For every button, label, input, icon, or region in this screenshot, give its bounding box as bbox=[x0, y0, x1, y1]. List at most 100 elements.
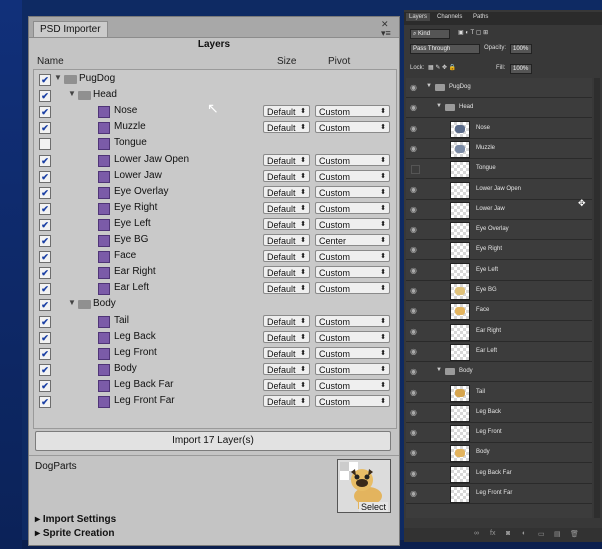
size-dropdown[interactable]: Default ⬍ bbox=[263, 362, 310, 375]
size-dropdown[interactable]: Default ⬍ bbox=[263, 234, 310, 246]
pivot-dropdown[interactable]: Custom ⬍ bbox=[315, 330, 390, 343]
visibility-off-box[interactable] bbox=[411, 165, 420, 175]
size-dropdown[interactable]: Default ⬍ bbox=[263, 185, 310, 198]
size-dropdown[interactable]: Default ⬍ bbox=[263, 378, 310, 391]
size-dropdown[interactable]: Default ⬍ bbox=[263, 153, 310, 166]
pivot-dropdown[interactable]: Custom ⬍ bbox=[315, 314, 390, 327]
tab-channels[interactable]: Channels bbox=[434, 13, 465, 21]
ps-group-row[interactable]: ◉ ▼ PugDog bbox=[406, 78, 592, 98]
visibility-eye-icon[interactable]: ◉ bbox=[410, 306, 417, 315]
pivot-dropdown[interactable]: Custom ⬍ bbox=[315, 346, 390, 359]
fill-field[interactable]: 100% bbox=[510, 64, 532, 74]
expand-arrow-icon[interactable]: ▼ bbox=[54, 73, 62, 82]
pivot-dropdown[interactable]: Custom ⬍ bbox=[315, 217, 390, 230]
visibility-eye-icon[interactable]: ◉ bbox=[410, 347, 417, 356]
ps-layer-row[interactable]: ◉ Eye Left bbox=[406, 261, 592, 281]
visibility-eye-icon[interactable]: ◉ bbox=[410, 367, 417, 376]
filter-icons[interactable]: ▣ ◐ T ▢ ⊞ bbox=[458, 29, 488, 36]
ps-layer-row[interactable]: ◉ Leg Back Far bbox=[406, 464, 592, 484]
ps-layer-row[interactable]: ◉ Ear Left bbox=[406, 342, 592, 362]
ps-layer-row[interactable]: ◉ Leg Front bbox=[406, 423, 592, 444]
layer-checkbox[interactable]: ✔ bbox=[39, 170, 51, 183]
ps-layer-row[interactable]: ◉ Tail bbox=[406, 383, 592, 403]
layer-checkbox[interactable]: ✔ bbox=[39, 267, 51, 280]
ps-layer-row[interactable]: ◉ Leg Front Far bbox=[406, 484, 592, 504]
tab-layers[interactable]: Layers bbox=[406, 13, 431, 21]
layer-checkbox[interactable] bbox=[39, 138, 51, 151]
menu-icon[interactable]: ▾≡ bbox=[381, 28, 391, 39]
pivot-dropdown[interactable]: Custom ⬍ bbox=[315, 185, 390, 198]
pivot-dropdown[interactable]: Custom ⬍ bbox=[315, 362, 390, 375]
visibility-eye-icon[interactable]: ◉ bbox=[410, 124, 417, 133]
pivot-dropdown[interactable]: Center ⬍ bbox=[315, 234, 390, 246]
pivot-dropdown[interactable]: Custom ⬍ bbox=[315, 266, 390, 279]
new-layer-icon[interactable]: ▤ bbox=[554, 530, 561, 538]
visibility-eye-icon[interactable]: ◉ bbox=[410, 327, 417, 336]
visibility-eye-icon[interactable]: ◉ bbox=[410, 144, 417, 153]
adjustment-icon[interactable]: ◐ bbox=[522, 530, 526, 537]
trash-icon[interactable]: 🗑 bbox=[570, 530, 579, 538]
ps-layer-row[interactable]: ◉ Lower Jaw Open bbox=[406, 180, 592, 200]
expand-arrow-icon[interactable]: ▼ bbox=[436, 103, 442, 109]
visibility-eye-icon[interactable]: ◉ bbox=[410, 408, 417, 417]
tab-paths[interactable]: Paths bbox=[470, 13, 491, 21]
size-dropdown[interactable]: Default ⬍ bbox=[263, 217, 310, 230]
layer-checkbox[interactable]: ✔ bbox=[39, 218, 51, 231]
pivot-dropdown[interactable]: Custom ⬍ bbox=[315, 121, 390, 134]
visibility-eye-icon[interactable]: ◉ bbox=[410, 286, 417, 295]
select-button[interactable]: Select bbox=[359, 502, 389, 512]
import-layers-button[interactable]: Import 17 Layer(s) bbox=[35, 431, 391, 451]
size-dropdown[interactable]: Default ⬍ bbox=[263, 282, 310, 295]
fx-icon[interactable]: fx bbox=[490, 530, 495, 537]
visibility-eye-icon[interactable]: ◉ bbox=[410, 225, 417, 234]
size-dropdown[interactable]: Default ⬍ bbox=[263, 346, 310, 359]
visibility-eye-icon[interactable]: ◉ bbox=[410, 103, 417, 112]
size-dropdown[interactable]: Default ⬍ bbox=[263, 330, 310, 343]
opacity-field[interactable]: 100% bbox=[510, 44, 532, 54]
ps-group-row[interactable]: ◉ ▼ Head bbox=[406, 98, 592, 119]
ps-layer-row[interactable]: ◉ Face bbox=[406, 301, 592, 322]
layer-checkbox[interactable]: ✔ bbox=[39, 154, 51, 167]
expand-arrow-icon[interactable]: ▼ bbox=[426, 83, 432, 89]
visibility-eye-icon[interactable]: ◉ bbox=[410, 245, 417, 254]
visibility-eye-icon[interactable]: ◉ bbox=[410, 448, 417, 457]
layer-checkbox[interactable]: ✔ bbox=[39, 106, 51, 119]
lock-icons[interactable]: ▦ ✎ ✥ 🔒 bbox=[428, 64, 456, 71]
ps-layer-row[interactable]: ◉ Nose bbox=[406, 119, 592, 139]
layer-checkbox[interactable]: ✔ bbox=[39, 347, 51, 360]
size-dropdown[interactable]: Default ⬍ bbox=[263, 314, 310, 327]
ps-layer-row[interactable]: ◉ Muzzle bbox=[406, 139, 592, 159]
layer-checkbox[interactable]: ✔ bbox=[39, 331, 51, 344]
ps-layer-row[interactable]: ◉ Body bbox=[406, 443, 592, 464]
size-dropdown[interactable]: Default ⬍ bbox=[263, 250, 310, 263]
ps-layer-row[interactable]: ◉ Eye Overlay bbox=[406, 220, 592, 241]
pivot-dropdown[interactable]: Custom ⬍ bbox=[315, 395, 390, 407]
ps-layer-row[interactable]: ◉ Ear Right bbox=[406, 322, 592, 342]
layer-checkbox[interactable]: ✔ bbox=[39, 283, 51, 296]
visibility-eye-icon[interactable]: ◉ bbox=[410, 205, 417, 214]
layer-checkbox[interactable]: ✔ bbox=[39, 186, 51, 199]
foldout-import-settings[interactable]: ▸ Import Settings bbox=[35, 514, 116, 525]
pivot-dropdown[interactable]: Custom ⬍ bbox=[315, 105, 390, 118]
ps-layer-row[interactable]: ◉ Lower Jaw bbox=[406, 200, 592, 220]
layer-checkbox[interactable]: ✔ bbox=[39, 122, 51, 135]
pivot-dropdown[interactable]: Custom ⬍ bbox=[315, 282, 390, 295]
new-group-icon[interactable]: ▭ bbox=[538, 530, 545, 538]
visibility-eye-icon[interactable]: ◉ bbox=[410, 489, 417, 498]
ps-layer-row[interactable]: ◉ Eye BG bbox=[406, 281, 592, 301]
size-dropdown[interactable]: Default ⬍ bbox=[263, 169, 310, 182]
layer-checkbox[interactable]: ✔ bbox=[39, 74, 51, 86]
expand-arrow-icon[interactable]: ▼ bbox=[68, 298, 76, 307]
pivot-dropdown[interactable]: Custom ⬍ bbox=[315, 201, 390, 214]
ps-layer-row[interactable]: ◉ Leg Back bbox=[406, 403, 592, 423]
visibility-eye-icon[interactable]: ◉ bbox=[410, 428, 417, 437]
pivot-dropdown[interactable]: Custom ⬍ bbox=[315, 250, 390, 263]
kind-filter-dropdown[interactable]: ⌕ Kind bbox=[410, 29, 450, 39]
scrollbar[interactable] bbox=[594, 78, 600, 518]
size-dropdown[interactable]: Default ⬍ bbox=[263, 105, 310, 118]
layer-checkbox[interactable]: ✔ bbox=[39, 299, 51, 312]
expand-arrow-icon[interactable]: ▼ bbox=[436, 367, 442, 373]
blend-mode-dropdown[interactable]: Pass Through bbox=[410, 44, 480, 54]
size-dropdown[interactable]: Default ⬍ bbox=[263, 266, 310, 279]
size-dropdown[interactable]: Default ⬍ bbox=[263, 395, 310, 407]
